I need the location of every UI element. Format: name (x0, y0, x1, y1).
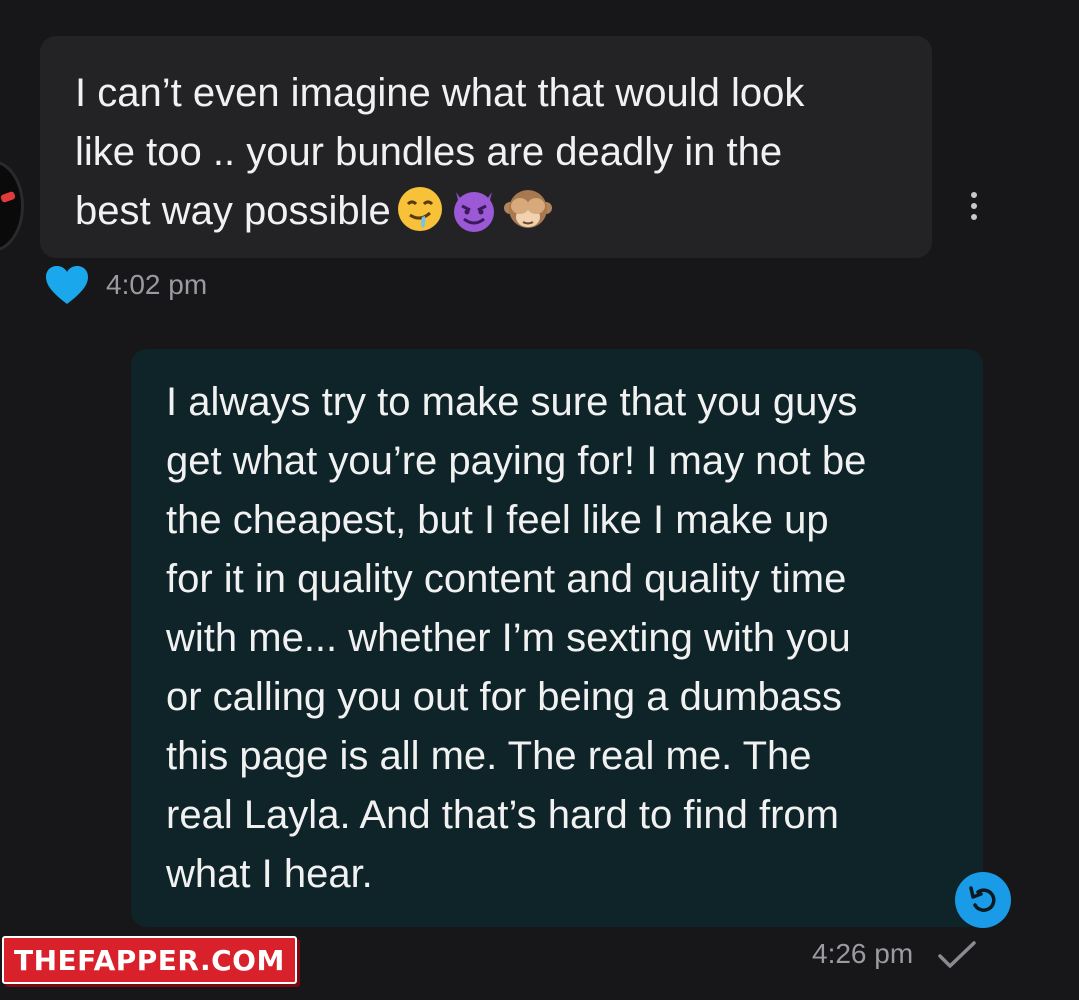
undo-button[interactable] (955, 872, 1011, 928)
message-line: real Layla. And that’s hard to find from (166, 793, 839, 837)
avatar-image (0, 190, 16, 204)
message-line: this page is all me. The real me. The (166, 734, 812, 778)
incoming-message-bubble[interactable]: I can’t even imagine what that would loo… (40, 36, 932, 258)
incoming-message-time: 4:02 pm (106, 269, 208, 300)
message-line: I always try to make sure that you guys (166, 380, 858, 424)
watermark-logo: THEFAPPER.COM (2, 936, 297, 984)
outgoing-message-bubble[interactable]: I always try to make sure that you guys … (131, 349, 983, 927)
message-line: or calling you out for being a dumbass (166, 675, 842, 719)
chat-screen: I can’t even imagine what that would loo… (0, 0, 1079, 1000)
message-line: get what you’re paying for! I may not be (166, 439, 867, 483)
smiling-face-with-horns-icon (453, 192, 494, 232)
message-line: the cheapest, but I feel like I make up (166, 498, 829, 542)
see-no-evil-monkey-icon (503, 190, 552, 228)
outgoing-message-text: I always try to make sure that you guys … (166, 373, 963, 904)
watermark-text: THEFAPPER.COM (14, 943, 285, 977)
incoming-message-text: I can’t even imagine what that would loo… (75, 64, 912, 241)
message-line: with me... whether I’m sexting with you (166, 616, 851, 660)
message-line: what I hear. (166, 852, 373, 896)
drooling-face-icon (397, 187, 442, 231)
undo-arrow-icon (969, 886, 996, 912)
blue-heart-reaction-icon[interactable] (44, 264, 90, 306)
check-icon (938, 941, 976, 968)
more-options-icon[interactable] (966, 192, 982, 224)
message-line: for it in quality content and quality ti… (166, 557, 847, 601)
sender-avatar[interactable] (0, 160, 24, 252)
outgoing-message-time: 4:26 pm (812, 938, 914, 969)
